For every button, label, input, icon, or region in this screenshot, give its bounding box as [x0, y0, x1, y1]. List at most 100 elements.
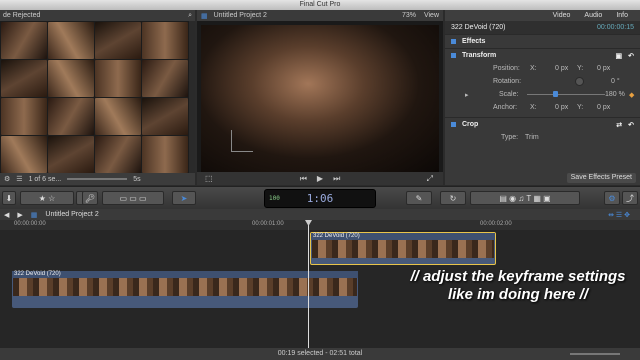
previous-frame-icon[interactable]: ⏮	[300, 174, 307, 184]
browser-header: de Rejected ⌕	[0, 10, 195, 21]
keyframe-nav-icon[interactable]: ▸	[465, 91, 469, 99]
position-x-label: X:	[530, 65, 537, 72]
tab-info[interactable]: Info	[616, 10, 628, 21]
main-toolbar: ⬇ ★ ☆ ☰ 🔑︎ ▭ ▭ ▭ ➤ 100 1:06 ✎ ↻ ▤ ◉ ♫ T …	[0, 186, 640, 209]
reset-icon[interactable]: ↶	[628, 52, 634, 60]
enhance-button[interactable]: ✎	[406, 191, 432, 205]
media-browser-buttons[interactable]: ▤ ◉ ♫ T ▦ ▣	[470, 191, 580, 205]
selection-count: 1 of 6 se...	[28, 175, 62, 183]
scale-slider-knob[interactable]	[553, 91, 558, 97]
clip-thumbnail[interactable]	[48, 136, 94, 173]
transform-icon[interactable]: ⬚	[205, 174, 213, 183]
anchor-y-label: Y:	[577, 104, 584, 111]
clip-label: 322 DeVoid (720)	[311, 233, 495, 240]
keyword-buttons[interactable]: ★ ☆	[20, 191, 74, 205]
primary-storyline-clip[interactable]: 322 DeVoid (720)	[12, 271, 358, 308]
clip-thumbnail[interactable]	[1, 60, 47, 97]
zoom-slider[interactable]	[67, 178, 128, 180]
clip-thumbnail[interactable]	[95, 60, 141, 97]
back-arrow-icon[interactable]: ◀	[4, 211, 9, 219]
inspector: Video Audio Info 322 DeVoid (720) 00:00:…	[445, 10, 640, 185]
clip-thumbnail[interactable]	[142, 60, 188, 97]
timeline-view-options[interactable]: ⇹ ☰ ✥	[608, 211, 630, 219]
timeline-zoom-slider[interactable]	[570, 353, 620, 355]
clip-timecode: 00:00:00:15	[597, 24, 634, 31]
edit-buttons[interactable]: ▭ ▭ ▭	[102, 191, 164, 205]
grid-icon[interactable]: ▦	[201, 12, 208, 20]
timecode-value: 1:06	[306, 192, 334, 205]
clip-thumbnail[interactable]	[48, 60, 94, 97]
clip-thumbnail[interactable]	[142, 98, 188, 135]
effects-section[interactable]: Effects	[445, 34, 640, 48]
zoom-level[interactable]: 73%	[402, 12, 416, 19]
clip-thumbnail[interactable]	[142, 136, 188, 173]
clip-thumbnail[interactable]	[1, 22, 47, 59]
fullscreen-icon[interactable]: ⤢	[427, 174, 433, 184]
crop-corner-handle[interactable]	[231, 130, 253, 152]
clip-thumbnail[interactable]	[142, 22, 188, 59]
dashboard-timecode[interactable]: 100 1:06	[264, 189, 376, 208]
share-button[interactable]: ⤴	[622, 191, 638, 205]
status-bar: 00:19 selected - 02:51 total	[0, 348, 640, 360]
tab-video[interactable]: Video	[553, 10, 571, 21]
browser-filter-label[interactable]: de Rejected	[3, 12, 40, 19]
crop-reset-icon[interactable]: ↶	[628, 121, 634, 129]
position-row: Position: X: 0 px Y: 0 px	[445, 62, 640, 75]
import-button[interactable]: ⬇	[2, 191, 16, 205]
scale-value[interactable]: 180 %	[605, 91, 625, 98]
play-icon[interactable]: ▶	[317, 174, 323, 183]
transform-onscreen-icon[interactable]: ▣	[616, 52, 623, 60]
retime-button[interactable]: ↻	[440, 191, 466, 205]
anchor-y-value[interactable]: 0 px	[597, 104, 610, 111]
rotation-value[interactable]: 0 °	[611, 78, 620, 85]
video-frame[interactable]	[201, 25, 439, 172]
selection-duration: 00:19 selected - 02:51 total	[277, 350, 363, 357]
anchor-x-value[interactable]: 0 px	[555, 104, 568, 111]
clip-thumbnail[interactable]	[95, 22, 141, 59]
scale-slider[interactable]	[527, 94, 605, 95]
position-x-value[interactable]: 0 px	[555, 65, 568, 72]
position-label: Position:	[493, 65, 520, 72]
crop-type-row: Type: Trim	[445, 131, 640, 144]
view-menu[interactable]: View	[424, 12, 439, 19]
effects-label: Effects	[462, 38, 486, 45]
browser-footer: ⚙ ☰ 1 of 6 se... 5s	[0, 173, 195, 185]
playhead[interactable]	[308, 220, 309, 348]
search-icon[interactable]: ⌕	[188, 12, 192, 20]
transform-section[interactable]: Transform ▣ ↶	[445, 48, 640, 62]
scale-row: ▸ Scale: 180 % ◆	[445, 88, 640, 101]
keyframe-icon[interactable]: ◆	[629, 91, 634, 99]
clip-thumbnail[interactable]	[95, 98, 141, 135]
tutorial-caption: // adjust the keyframe settings like im …	[410, 268, 626, 303]
effects-toggle[interactable]	[451, 39, 456, 44]
keyword-icon[interactable]: 🔑︎	[82, 191, 98, 205]
crop-onscreen-icon[interactable]: ⇄	[616, 121, 622, 129]
position-y-value[interactable]: 0 px	[597, 65, 610, 72]
tab-audio[interactable]: Audio	[584, 10, 602, 21]
gear-icon[interactable]: ⚙	[4, 175, 10, 183]
clip-thumbnail[interactable]	[48, 98, 94, 135]
inspector-toggle-button[interactable]: ⚙	[604, 191, 620, 205]
clip-thumbnail[interactable]	[95, 136, 141, 173]
list-view-icon[interactable]: ☰	[16, 175, 22, 183]
browser-scrollbar[interactable]	[189, 21, 195, 173]
next-frame-icon[interactable]: ⏭	[333, 174, 340, 184]
connected-clip-selected[interactable]: 322 DeVoid (720)	[310, 232, 496, 265]
transform-toggle[interactable]	[451, 53, 456, 58]
rotation-label: Rotation:	[493, 78, 522, 85]
scale-label: Scale:	[499, 91, 519, 98]
forward-arrow-icon[interactable]: ▶	[17, 211, 22, 219]
crop-section[interactable]: Crop ⇄ ↶	[445, 117, 640, 131]
inspector-tabs: Video Audio Info	[445, 10, 640, 21]
clip-thumbnail-grid	[0, 21, 189, 173]
save-effects-preset-button[interactable]: Save Effects Preset	[566, 173, 636, 183]
crop-toggle[interactable]	[451, 122, 456, 127]
clip-thumbnail[interactable]	[1, 136, 47, 173]
timeline-ruler[interactable]: 00:00:00:00 00:00:01:00 00:00:02:00	[0, 220, 640, 230]
app-title-bar: Final Cut Pro	[0, 0, 640, 10]
crop-type-select[interactable]: Trim	[525, 134, 539, 141]
clip-thumbnail[interactable]	[48, 22, 94, 59]
select-tool-button[interactable]: ➤	[172, 191, 196, 205]
rotation-dial[interactable]	[575, 77, 584, 86]
clip-thumbnail[interactable]	[1, 98, 47, 135]
